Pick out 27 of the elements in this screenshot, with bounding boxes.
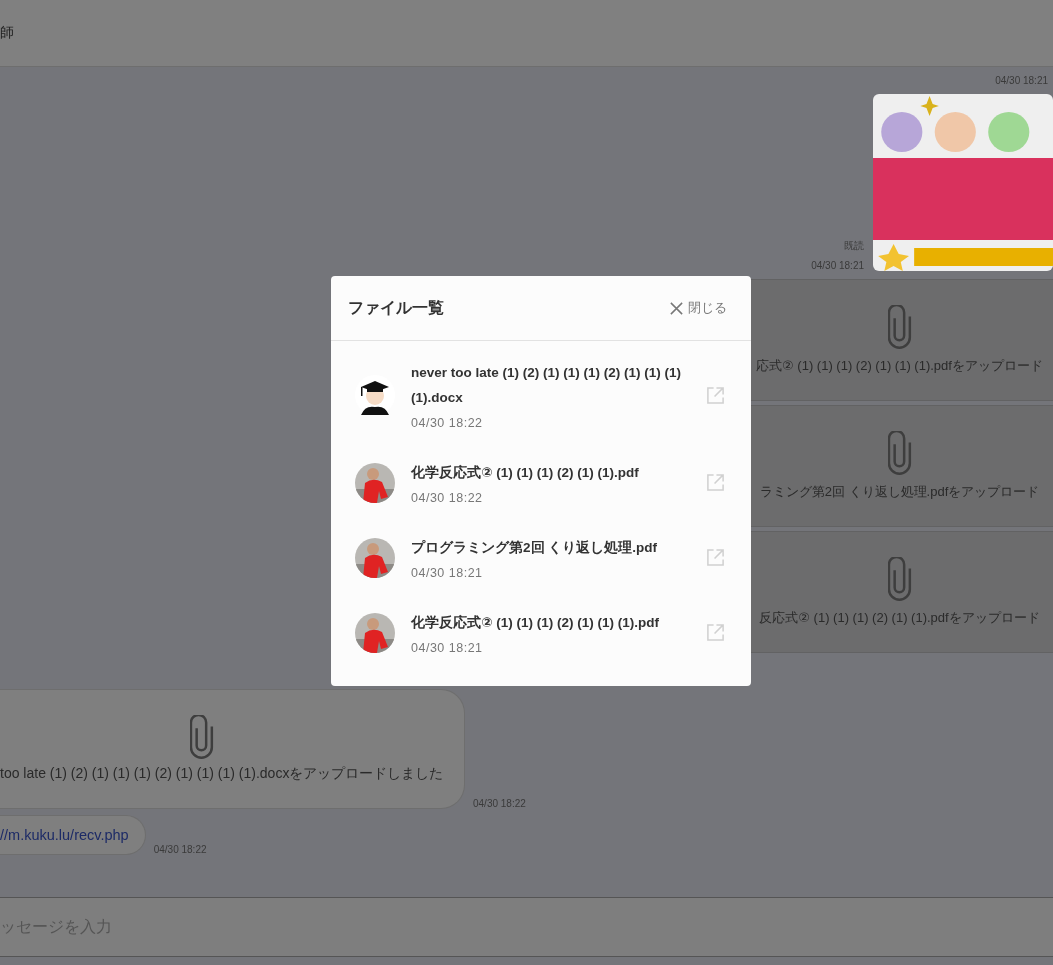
message-time: 04/30 18:22 [473, 798, 526, 809]
file-time: 04/30 18:22 [411, 491, 484, 505]
file-time: 04/30 18:21 [411, 641, 484, 655]
message-text: too late (1) (2) (1) (1) (1) (2) (1) (1) (1) (1).docxをアップロードしました [0, 765, 444, 783]
file-name: never too late (1) (2) (1) (1) (1) (2) (1) (1) (1) (1).docx [411, 364, 683, 407]
chat-title: 師 [0, 24, 14, 42]
file-time: 04/30 18:22 [411, 416, 484, 430]
message-time: 04/30 18:21 [811, 260, 864, 271]
message-time: 04/30 18:21 [995, 75, 1048, 86]
paperclip-icon [887, 431, 912, 475]
message-time: 04/30 18:22 [153, 844, 207, 855]
external-link-icon[interactable] [706, 473, 725, 492]
external-link-icon[interactable] [706, 385, 725, 405]
paperclip-icon [190, 715, 214, 759]
paperclip-icon [887, 305, 912, 349]
external-link-icon[interactable] [706, 548, 725, 567]
file-message[interactable]: too late (1) (2) (1) (1) (1) (2) (1) (1) (1) (1).docxをアップロードしました [0, 689, 465, 809]
file-name: プログラミング第2回 くり返し処理.pdf [411, 539, 658, 557]
external-link-icon[interactable] [706, 623, 725, 642]
close-button[interactable]: 閉じる [669, 299, 727, 317]
paperclip-icon [887, 557, 912, 601]
dialog-title: ファイル一覧 [348, 297, 444, 318]
link-message[interactable]: //m.kuku.lu/recv.php [0, 815, 146, 855]
file-name: 化学反応式② (1) (1) (1) (2) (1) (1) (1).pdf [411, 614, 660, 632]
file-name: 化学反応式② (1) (1) (1) (2) (1) (1).pdf [411, 464, 640, 482]
file-time: 04/30 18:21 [411, 566, 484, 580]
close-icon [669, 300, 684, 316]
